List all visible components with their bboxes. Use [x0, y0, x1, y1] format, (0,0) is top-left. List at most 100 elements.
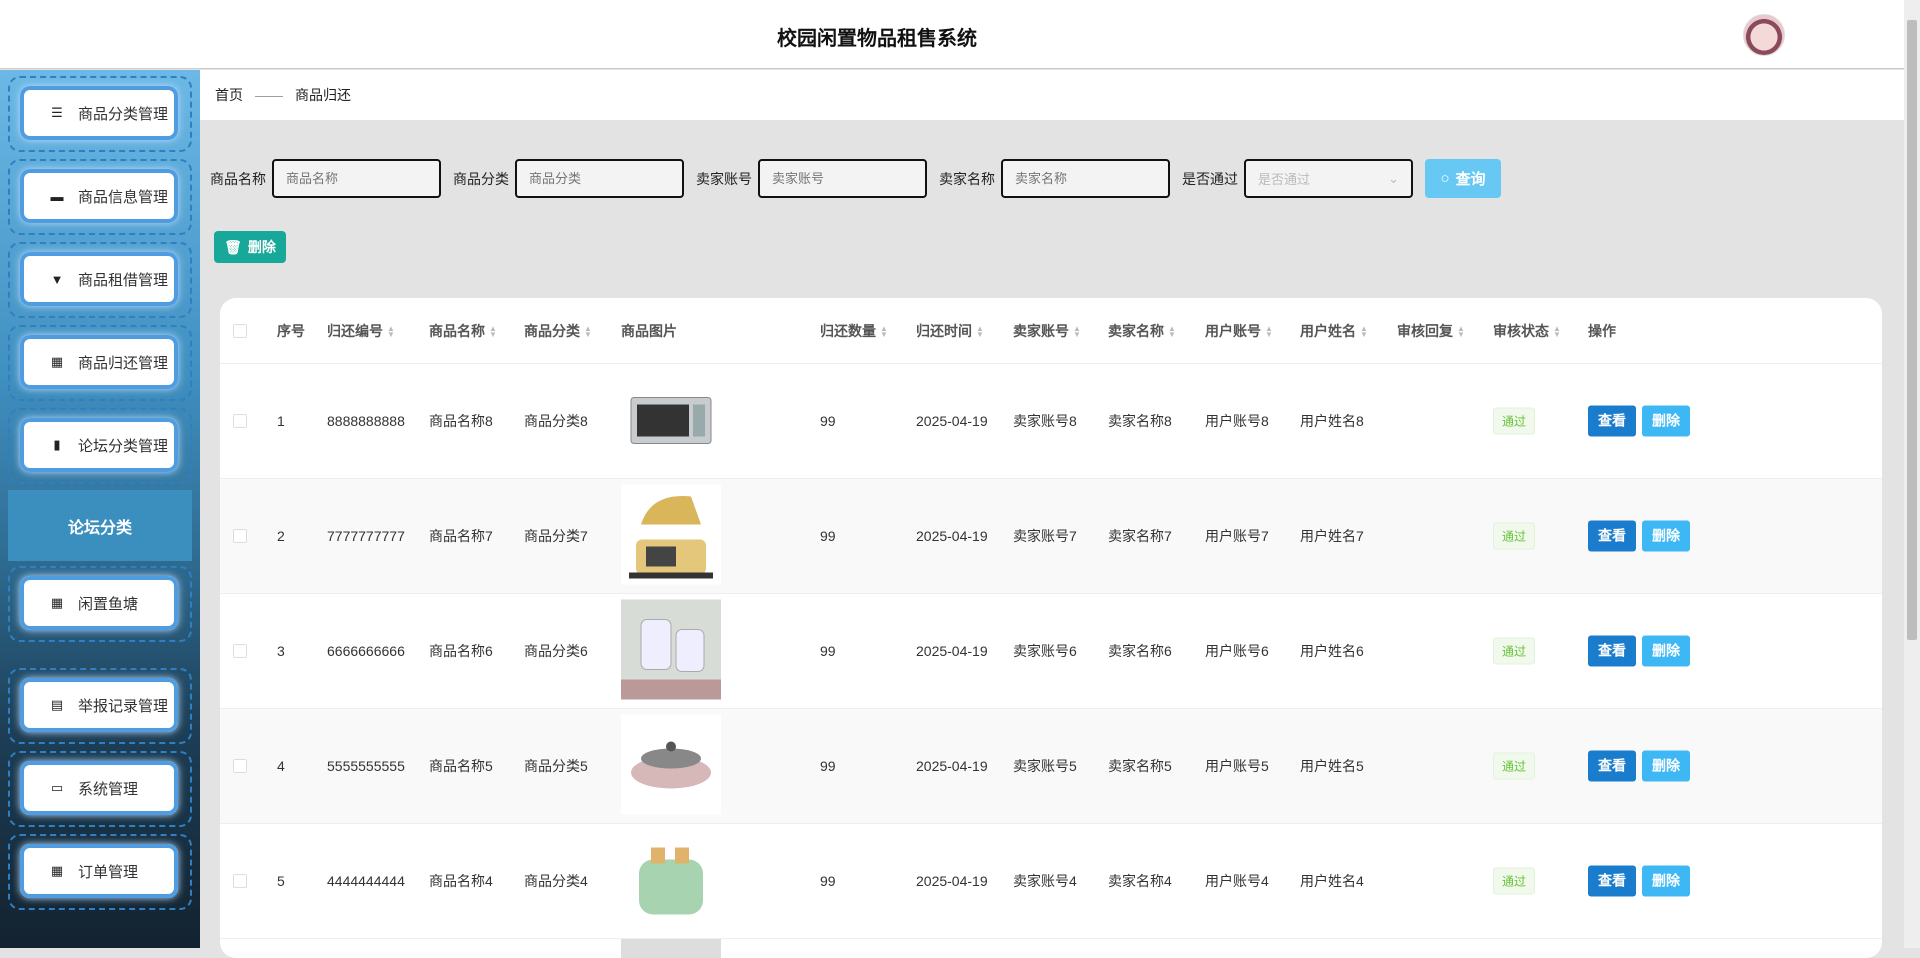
sidebar-item[interactable]: ▼ 商品租借管理	[8, 242, 192, 318]
column-header[interactable]: 商品名称 ▲ ▼	[429, 321, 497, 341]
view-button[interactable]: 查看	[1588, 750, 1636, 782]
status-badge: 通过	[1493, 867, 1536, 895]
column-header[interactable]: 归还编号 ▲ ▼	[327, 321, 395, 341]
row-checkbox[interactable]	[233, 529, 247, 543]
column-header[interactable]: 归还时间 ▲ ▼	[916, 321, 984, 341]
cell-code: 8888888888	[327, 413, 405, 429]
column-header[interactable]: 审核回复 ▲ ▼	[1397, 321, 1465, 341]
avatar[interactable]	[1743, 14, 1785, 56]
menu-icon: ☰	[51, 105, 63, 120]
sidebar-item-button[interactable]: ▦ 商品归还管理	[20, 335, 178, 389]
seller-name-input[interactable]	[1001, 159, 1170, 198]
row-checkbox[interactable]	[233, 414, 247, 428]
sort-icon[interactable]: ▲ ▼	[489, 324, 497, 338]
monitor-icon: ▬	[50, 188, 64, 204]
column-header-label: 审核回复	[1397, 322, 1453, 339]
sidebar-item-button[interactable]: ▮ 论坛分类管理	[20, 418, 178, 472]
sort-icon[interactable]: ▲ ▼	[584, 324, 592, 338]
view-button[interactable]: 查看	[1588, 520, 1636, 552]
product-image[interactable]	[621, 714, 721, 818]
cell-qty: 99	[820, 873, 836, 889]
breadcrumb-separator: ——	[255, 87, 283, 103]
status-badge: 通过	[1493, 522, 1536, 550]
sidebar-item[interactable]: ▦ 商品归还管理	[8, 325, 192, 401]
product-image[interactable]	[621, 484, 721, 588]
scrollbar-thumb[interactable]	[1907, 20, 1917, 640]
product-image[interactable]	[621, 369, 721, 473]
view-button[interactable]: 查看	[1588, 405, 1636, 437]
sidebar-item-button[interactable]: ▼ 商品租借管理	[20, 252, 178, 306]
sort-icon[interactable]: ▲ ▼	[976, 324, 984, 338]
delete-button[interactable]: 删除	[1642, 520, 1690, 552]
product-category-input[interactable]	[515, 159, 684, 198]
sidebar-item[interactable]: ▮ 论坛分类管理	[8, 408, 192, 484]
cell-sname: 卖家名称5	[1108, 758, 1172, 774]
column-header[interactable]: 商品分类 ▲ ▼	[524, 321, 592, 341]
product-name-input[interactable]	[272, 159, 441, 198]
sort-icon[interactable]: ▲ ▼	[1073, 324, 1081, 338]
sidebar-item-button[interactable]: ▭ 系统管理	[20, 761, 178, 815]
delete-button[interactable]: 删除	[1642, 865, 1690, 897]
column-header-label: 商品图片	[621, 322, 677, 339]
batch-delete-button[interactable]: 🗑 删除	[214, 231, 286, 263]
view-button[interactable]: 查看	[1588, 635, 1636, 667]
column-header[interactable]: 用户姓名 ▲ ▼	[1300, 321, 1368, 341]
select-all-checkbox[interactable]	[233, 323, 247, 338]
delete-button[interactable]: 删除	[1642, 750, 1690, 782]
product-image[interactable]	[621, 829, 721, 933]
column-header[interactable]: 卖家账号 ▲ ▼	[1013, 321, 1081, 341]
sidebar-item-label: 商品归还管理	[78, 354, 169, 372]
sidebar-item[interactable]: ☰ 商品分类管理	[8, 76, 192, 152]
sidebar-item[interactable]: ▭ 系统管理	[8, 751, 192, 827]
view-button[interactable]: 查看	[1588, 865, 1636, 897]
scrollbar[interactable]	[1904, 0, 1920, 948]
sidebar-item[interactable]: ▦ 闲置鱼塘	[8, 566, 192, 642]
sort-icon[interactable]: ▲ ▼	[1360, 324, 1368, 338]
table-row: 1 8888888888 商品名称8 商品分类8 99 2025-04-19 卖家账号8 卖家…	[220, 364, 1882, 479]
sort-icon[interactable]: ▲ ▼	[1553, 324, 1561, 338]
sort-icon[interactable]: ▲ ▼	[387, 324, 395, 338]
column-header[interactable]: 卖家名称 ▲ ▼	[1108, 321, 1176, 341]
cell-name: 商品名称7	[429, 528, 493, 544]
cell-uacc: 用户账号5	[1205, 758, 1269, 774]
product-image-oven	[621, 369, 721, 470]
row-checkbox[interactable]	[233, 874, 247, 888]
sidebar-item[interactable]: ▤ 举报记录管理	[8, 668, 192, 744]
sidebar-item-label: 论坛分类管理	[78, 437, 169, 455]
sidebar-item-button[interactable]: ☰ 商品分类管理	[20, 86, 178, 140]
sidebar-item[interactable]: ▬ 商品信息管理	[8, 159, 192, 235]
cell-cat: 商品分类4	[524, 873, 588, 889]
sidebar-item[interactable]: ▦ 订单管理	[8, 834, 192, 910]
row-checkbox[interactable]	[233, 759, 247, 773]
product-image-toaster	[621, 829, 721, 930]
column-header[interactable]: 用户账号 ▲ ▼	[1205, 321, 1273, 341]
row-checkbox[interactable]	[233, 644, 247, 658]
delete-button[interactable]: 删除	[1642, 405, 1690, 437]
trash-icon: 🗑	[224, 238, 242, 255]
column-header-label: 卖家账号	[1013, 322, 1069, 339]
breadcrumb-home[interactable]: 首页	[215, 85, 243, 105]
sort-icon[interactable]: ▲ ▼	[880, 324, 888, 338]
sort-icon[interactable]: ▲ ▼	[1265, 324, 1273, 338]
product-image[interactable]	[621, 599, 721, 703]
column-header[interactable]: 审核状态 ▲ ▼	[1493, 321, 1561, 341]
approved-select[interactable]: 是否通过 ⌄	[1244, 159, 1413, 198]
sort-icon[interactable]: ▲ ▼	[1168, 324, 1176, 338]
column-header-label: 归还编号	[327, 322, 383, 339]
delete-button[interactable]: 删除	[1642, 635, 1690, 667]
batch-delete-label: 删除	[247, 239, 276, 255]
sidebar-item-button[interactable]: ▦ 订单管理	[20, 844, 178, 898]
sort-icon[interactable]: ▲ ▼	[1457, 324, 1465, 338]
column-header-label: 序号	[277, 322, 305, 339]
column-header[interactable]: 归还数量 ▲ ▼	[820, 321, 888, 341]
seller-account-input[interactable]	[758, 159, 927, 198]
sidebar-item-button[interactable]: ▤ 举报记录管理	[20, 678, 178, 732]
query-button[interactable]: ○ 查询	[1425, 159, 1501, 198]
sidebar-item-button[interactable]: ▦ 闲置鱼塘	[20, 576, 178, 630]
cell-qty: 99	[820, 643, 836, 659]
submenu-item-forum-category[interactable]: 论坛分类	[8, 490, 192, 561]
column-header-label: 审核状态	[1493, 322, 1549, 339]
cell-qty: 99	[820, 413, 836, 429]
status-badge: 通过	[1493, 752, 1536, 780]
sidebar-item-button[interactable]: ▬ 商品信息管理	[20, 169, 178, 223]
